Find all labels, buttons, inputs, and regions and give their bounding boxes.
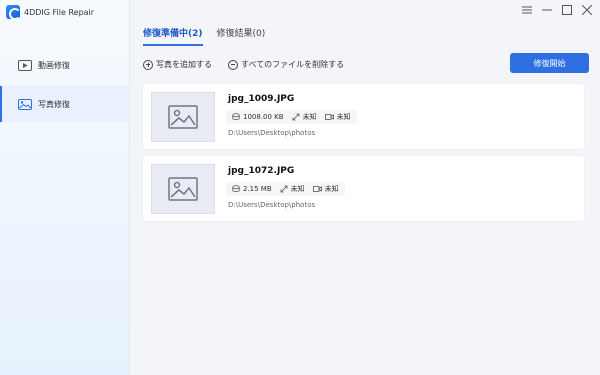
file-size-value: 1008.00 KB xyxy=(243,113,284,121)
add-icon xyxy=(143,59,153,70)
file-card[interactable]: jpg_1009.JPG 1008.00 KB 未知 未知 D:\Users\D… xyxy=(143,84,584,149)
file-resolution: 未知 xyxy=(292,112,317,122)
file-size-value: 2.15 MB xyxy=(243,185,272,193)
file-path: D:\Users\Desktop\photos xyxy=(228,129,316,137)
file-duration: 未知 xyxy=(312,184,339,194)
storage-icon xyxy=(232,185,240,192)
app-title-text: 4DDIG File Repair xyxy=(24,7,95,17)
file-name: jpg_1009.JPG xyxy=(228,94,295,104)
file-resolution-value: 未知 xyxy=(302,113,317,121)
window-controls xyxy=(520,3,594,17)
video-camera-icon xyxy=(324,114,334,120)
sidebar: 4DDIG File Repair 動画修復 写真修復 xyxy=(0,0,130,375)
add-photos-label: 写真を追加する xyxy=(156,60,212,69)
file-size: 2.15 MB xyxy=(232,185,272,193)
file-duration-value: 未知 xyxy=(336,113,351,121)
file-resolution: 未知 xyxy=(280,184,305,194)
thumbnail xyxy=(151,92,215,142)
maximize-icon[interactable] xyxy=(560,3,574,17)
sidebar-item-photo-repair[interactable]: 写真修復 xyxy=(0,86,130,122)
photo-icon xyxy=(18,98,32,110)
tab-ready-to-repair[interactable]: 修復準備中(2) xyxy=(143,26,203,46)
app-logo-icon xyxy=(6,5,21,20)
resize-icon xyxy=(280,185,288,193)
resize-icon xyxy=(292,113,299,121)
file-meta: 1008.00 KB 未知 未知 xyxy=(226,110,357,124)
file-name: jpg_1072.JPG xyxy=(228,166,295,176)
sidebar-item-label: 写真修復 xyxy=(38,99,70,109)
image-placeholder-icon xyxy=(168,177,198,201)
delete-all-button[interactable]: すべてのファイルを削除する xyxy=(228,59,344,70)
thumbnail xyxy=(151,164,215,214)
sidebar-item-video-repair[interactable]: 動画修復 xyxy=(0,47,130,83)
file-size: 1008.00 KB xyxy=(232,113,284,121)
start-repair-button[interactable]: 修復開始 xyxy=(510,53,589,73)
remove-icon xyxy=(228,59,238,70)
file-card[interactable]: jpg_1072.JPG 2.15 MB 未知 未知 D:\Users\Desk… xyxy=(143,156,584,221)
tab-bar: 修復準備中(2) 修復結果(0) xyxy=(143,26,265,46)
file-resolution-value: 未知 xyxy=(290,185,305,193)
menu-icon[interactable] xyxy=(520,3,534,17)
action-bar: 写真を追加する すべてのファイルを削除する xyxy=(143,59,344,70)
close-icon[interactable] xyxy=(580,3,594,17)
tab-repair-results[interactable]: 修復結果(0) xyxy=(217,26,266,46)
file-meta: 2.15 MB 未知 未知 xyxy=(226,182,345,196)
storage-icon xyxy=(232,113,240,120)
minimize-icon[interactable] xyxy=(540,3,554,17)
file-duration-value: 未知 xyxy=(324,185,339,193)
add-photos-button[interactable]: 写真を追加する xyxy=(143,59,212,70)
sidebar-item-label: 動画修復 xyxy=(38,60,70,70)
app-title: 4DDIG File Repair xyxy=(6,5,95,20)
video-camera-icon xyxy=(312,186,322,192)
image-placeholder-icon xyxy=(168,105,198,129)
video-icon xyxy=(18,59,32,71)
main-panel: 修復準備中(2) 修復結果(0) 写真を追加する すべてのファイルを削除する 修… xyxy=(131,0,600,375)
file-path: D:\Users\Desktop\photos xyxy=(228,201,316,209)
file-duration: 未知 xyxy=(324,112,351,122)
delete-all-label: すべてのファイルを削除する xyxy=(241,60,345,69)
